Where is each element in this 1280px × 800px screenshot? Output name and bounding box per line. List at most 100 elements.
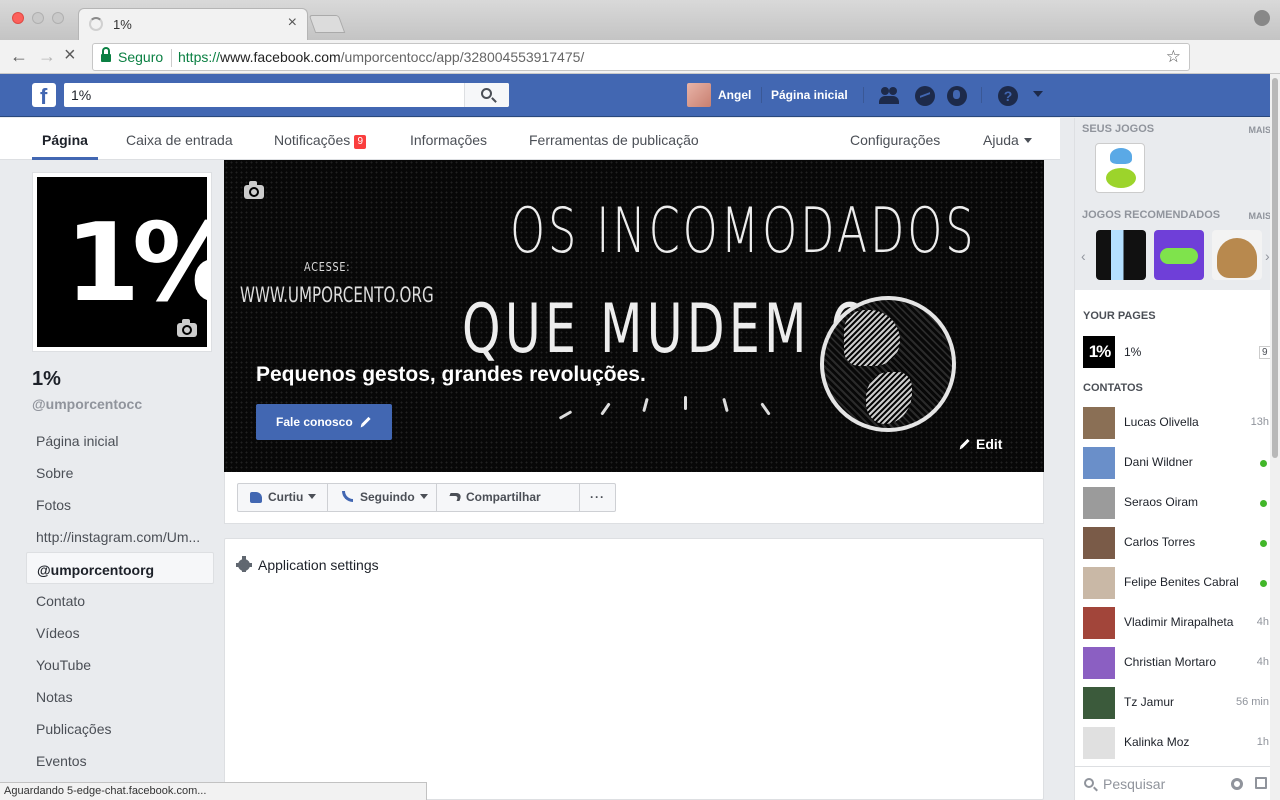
left-nav-events[interactable]: Eventos [26, 744, 214, 776]
minimize-window-button[interactable] [32, 12, 44, 24]
more-options-button[interactable]: ··· [579, 483, 616, 512]
contact-item[interactable]: Vladimir Mirapalheta 4h [1075, 603, 1271, 643]
chevron-left-icon[interactable]: ‹ [1081, 248, 1086, 264]
zoom-window-button[interactable] [52, 12, 64, 24]
contact-item[interactable]: Christian Mortaro 4h [1075, 643, 1271, 683]
contact-item[interactable]: Carlos Torres [1075, 523, 1271, 563]
tab-inbox[interactable]: Caixa de entrada [126, 132, 233, 148]
chat-search-bar[interactable]: Pesquisar [1075, 766, 1271, 800]
contact-item[interactable]: Seraos Oiram [1075, 483, 1271, 523]
close-window-button[interactable] [12, 12, 24, 24]
scrollbar[interactable] [1270, 74, 1280, 800]
left-nav-posts[interactable]: Publicações [26, 712, 214, 744]
scrollbar-thumb[interactable] [1272, 78, 1278, 458]
avatar [1083, 407, 1115, 439]
friend-requests-icon[interactable] [879, 86, 899, 106]
contact-name: Seraos Oiram [1124, 495, 1199, 509]
facebook-logo-icon[interactable]: f [32, 83, 56, 109]
contact-name: Felipe Benites Cabral [1124, 575, 1239, 589]
cover-website: WWW.UMPORCENTO.ORG [240, 283, 434, 307]
chevron-right-icon[interactable]: › [1265, 248, 1270, 264]
camera-icon[interactable] [244, 181, 264, 199]
url-text[interactable]: https://www.facebook.com/umporcentocc/ap… [178, 49, 584, 65]
avatar [1083, 727, 1115, 759]
cover-photo: OS INCOMODADOS QUE MUDEM O ACESSE: WWW.U… [224, 160, 1044, 472]
left-nav-videos[interactable]: Vídeos [26, 616, 214, 648]
left-nav-youtube[interactable]: YouTube [26, 648, 214, 680]
like-button[interactable]: Curtiu [237, 483, 328, 512]
page-username[interactable]: @umporcentocc [32, 396, 142, 412]
contact-item[interactable]: Lucas Olivella 13h [1075, 403, 1271, 443]
game-tile-pou[interactable] [1212, 230, 1262, 280]
left-nav-notes[interactable]: Notas [26, 680, 214, 712]
cover-headline-line2: QUE MUDEM O [462, 290, 874, 369]
new-tab-button[interactable] [308, 15, 346, 33]
left-nav-contact[interactable]: Contato [26, 584, 214, 616]
edit-cover-button[interactable]: Edit [960, 436, 1002, 452]
contact-us-button[interactable]: Fale conosco [256, 404, 392, 440]
page-action-bar: Curtiu Seguindo Compartilhar ··· [224, 472, 1044, 524]
avatar [1083, 607, 1115, 639]
left-nav-photos[interactable]: Fotos [26, 488, 214, 520]
compose-icon[interactable] [1255, 777, 1267, 789]
forward-icon[interactable]: → [38, 46, 56, 67]
game-tile-snake[interactable] [1154, 230, 1204, 280]
last-active-time: 1h [1256, 736, 1269, 748]
tab-insights[interactable]: Informações [410, 132, 487, 148]
online-status-icon [1260, 580, 1267, 587]
settings-link[interactable]: Configurações [850, 132, 940, 148]
back-icon[interactable]: ← [10, 46, 28, 67]
contacts-heading: CONTATOS [1083, 382, 1143, 394]
browser-tab[interactable]: 1% × [78, 8, 308, 40]
help-menu[interactable]: Ajuda [983, 132, 1032, 148]
search-input[interactable] [64, 83, 464, 107]
search-button[interactable] [464, 83, 509, 107]
active-tab-indicator [32, 157, 98, 160]
help-icon[interactable]: ? [998, 86, 1018, 106]
last-active-time: 4h [1256, 656, 1269, 668]
browser-toolbar: ← → × Seguro https://www.facebook.com/um… [0, 40, 1280, 109]
more-recommended-link[interactable]: MAIS [1249, 211, 1272, 221]
close-tab-icon[interactable]: × [288, 14, 297, 32]
contact-item[interactable]: Felipe Benites Cabral [1075, 563, 1271, 603]
gear-icon [236, 556, 252, 572]
game-tile-cars[interactable] [1095, 143, 1145, 193]
left-nav-home[interactable]: Página inicial [26, 424, 214, 456]
games-section: SEUS JOGOS MAIS JOGOS RECOMENDADOS MAIS … [1075, 118, 1271, 290]
your-page-name[interactable]: 1% [1124, 345, 1141, 359]
stop-loading-icon[interactable]: × [64, 44, 76, 67]
more-games-link[interactable]: MAIS [1249, 125, 1272, 135]
left-nav-umporcentoorg[interactable]: @umporcentoorg [26, 552, 214, 584]
cover-headline: OS INCOMODADOS [510, 194, 977, 267]
follow-button[interactable]: Seguindo [327, 483, 437, 512]
messenger-icon[interactable] [915, 86, 935, 106]
home-link[interactable]: Página inicial [771, 88, 848, 102]
gear-icon[interactable] [1231, 778, 1243, 790]
tab-notifications[interactable]: Notificações 9 [274, 132, 367, 149]
contact-item[interactable]: Kalinka Moz 1h [1075, 723, 1271, 763]
browser-profile-icon[interactable] [1254, 10, 1270, 26]
browser-tab-bar: 1% × [0, 0, 1280, 40]
contact-name: Kalinka Moz [1124, 735, 1190, 749]
bookmark-star-icon[interactable]: ☆ [1166, 47, 1181, 67]
share-button[interactable]: Compartilhar [436, 483, 580, 512]
page-icon[interactable]: 1% [1083, 336, 1115, 368]
left-nav-about[interactable]: Sobre [26, 456, 214, 488]
left-nav-instagram[interactable]: http://instagram.com/Um... [26, 520, 214, 552]
page-nav: Página Caixa de entrada Notificações 9 In… [0, 118, 1060, 160]
notifications-globe-icon[interactable] [947, 86, 967, 106]
lock-icon [101, 47, 111, 63]
address-bar[interactable]: Seguro https://www.facebook.com/umporcen… [92, 43, 1190, 71]
account-menu-caret-icon[interactable] [1033, 91, 1043, 97]
contact-item[interactable]: Dani Wildner [1075, 443, 1271, 483]
last-active-time: 4h [1256, 616, 1269, 628]
tab-page[interactable]: Página [42, 132, 88, 148]
game-tile-piano[interactable] [1096, 230, 1146, 280]
profile-picture[interactable]: 1% [32, 172, 212, 352]
tab-publishing-tools[interactable]: Ferramentas de publicação [529, 132, 699, 148]
globe-illustration-icon [820, 296, 956, 432]
search-box [64, 83, 509, 107]
tab-title: 1% [113, 17, 132, 32]
camera-icon[interactable] [177, 319, 197, 337]
contact-item[interactable]: Tz Jamur 56 min [1075, 683, 1271, 723]
